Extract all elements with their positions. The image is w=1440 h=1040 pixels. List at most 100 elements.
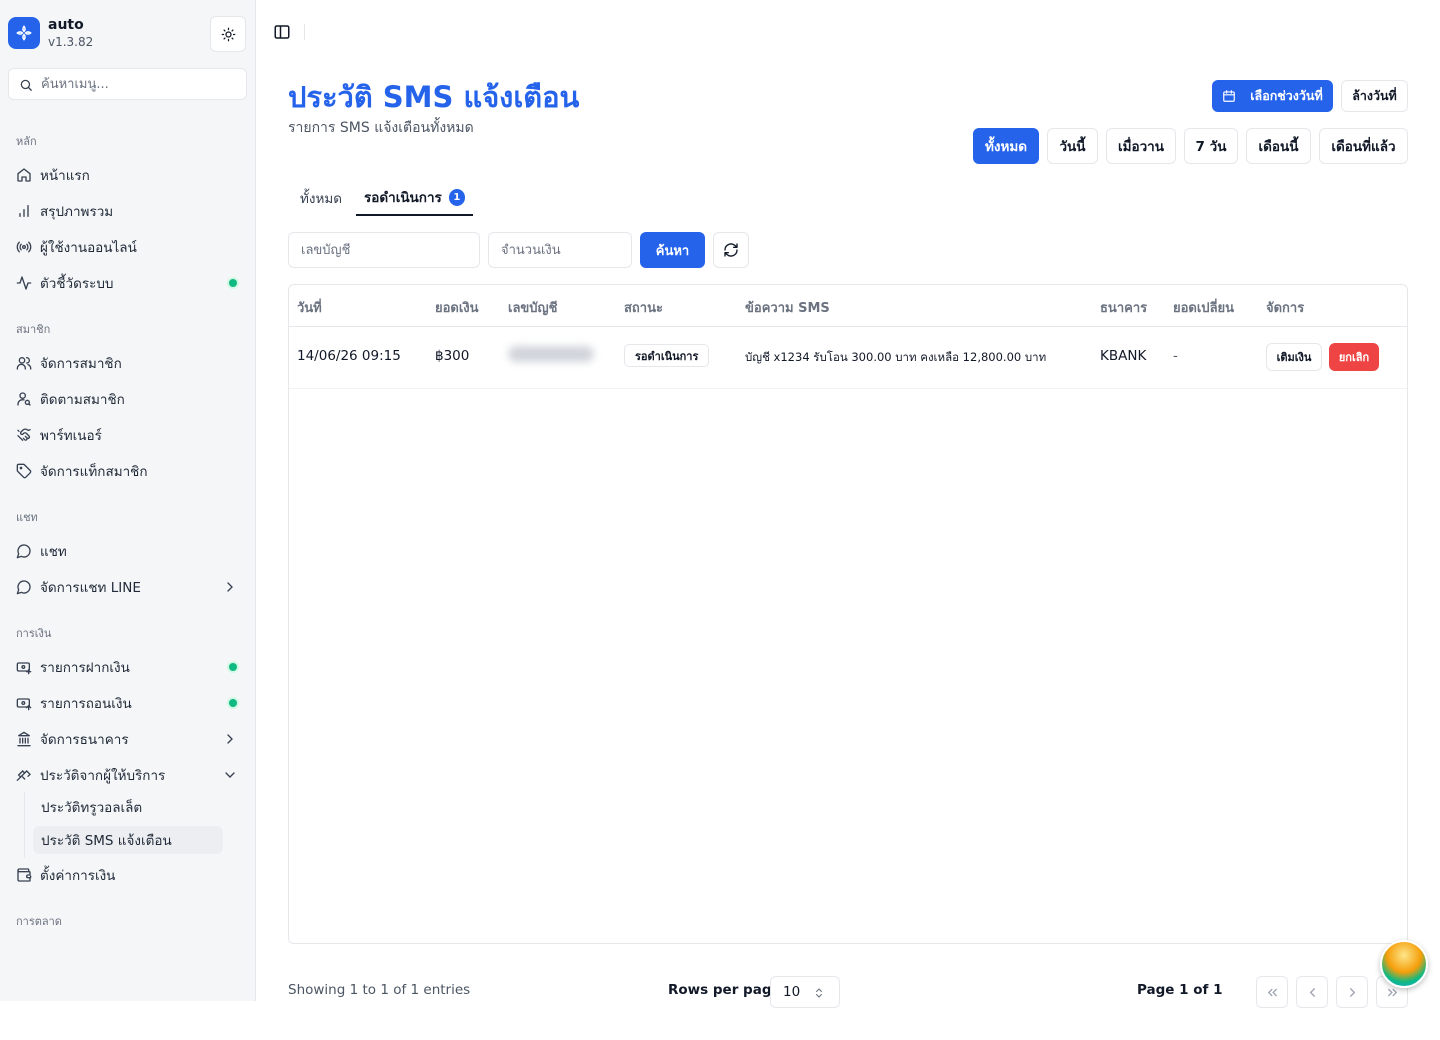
- sidebar-item-line-chat[interactable]: จัดการแชท LINE: [8, 571, 246, 603]
- panel-left-icon: [274, 25, 290, 39]
- sidebar-item-label: รายการฝากเงิน: [40, 660, 130, 676]
- page-title: ประวัติ SMS แจ้งเตือน: [288, 80, 580, 114]
- bank-icon: [17, 731, 31, 747]
- quick-filter-all[interactable]: ทั้งหมด: [973, 128, 1039, 164]
- refresh-button[interactable]: [713, 232, 749, 268]
- column-header-actions: จัดการ: [1266, 301, 1305, 316]
- quick-filter-this-month[interactable]: เดือนนี้: [1246, 128, 1311, 164]
- menu-search-input[interactable]: [41, 69, 241, 99]
- sidebar-item-label: รายการถอนเงิน: [40, 696, 132, 712]
- sidebar-item-label: หน้าแรก: [40, 168, 90, 184]
- sidebar-item-track-members[interactable]: ติดตามสมาชิก: [8, 383, 246, 415]
- rows-per-page-select[interactable]: 10: [770, 976, 840, 1008]
- tab-count-badge: 1: [448, 188, 465, 206]
- previous-page-button[interactable]: [1296, 976, 1328, 1008]
- chevron-left-icon: [1309, 987, 1315, 997]
- sidebar-item-label: จัดการธนาคาร: [40, 732, 129, 748]
- page-subtitle: รายการ SMS แจ้งเตือนทั้งหมด: [288, 120, 474, 136]
- tab-label: รอดำเนินการ: [364, 190, 442, 206]
- chevron-right-icon: [227, 582, 233, 592]
- sidebar-item-label: ผู้ใช้งานออนไลน์: [40, 240, 137, 256]
- topup-button[interactable]: เติมเงิน: [1266, 343, 1322, 371]
- sidebar-item-provider-history[interactable]: ประวัติจากผู้ให้บริการ: [8, 759, 246, 791]
- sidebar-item-label: ประวัติจากผู้ให้บริการ: [40, 768, 166, 784]
- sidebar-item-overview[interactable]: สรุปภาพรวม: [8, 195, 246, 227]
- sidebar-item-label: ตั้งค่าการเงิน: [40, 868, 116, 884]
- sidebar-subitem-sms-history[interactable]: ประวัติ SMS แจ้งเตือน: [33, 826, 223, 854]
- tab-pending[interactable]: รอดำเนินการ 1: [356, 180, 473, 216]
- user-search-icon: [17, 392, 31, 406]
- quick-filter-yesterday[interactable]: เมื่อวาน: [1106, 128, 1176, 164]
- sidebar: auto v1.3.82 หลัก หน้าแรก สรุปภาพรวม ผู้…: [0, 0, 256, 1001]
- search-icon: [20, 79, 32, 91]
- chevron-right-icon: [1349, 987, 1355, 997]
- sidebar-toggle-button[interactable]: [270, 20, 294, 44]
- quick-filter-last-month[interactable]: เดือนที่แล้ว: [1319, 128, 1408, 164]
- group-label-finance: การเงิน: [16, 627, 52, 640]
- chevrons-up-down-icon: [816, 988, 822, 998]
- sidebar-item-partners[interactable]: พาร์ทเนอร์: [8, 419, 246, 451]
- sidebar-item-chat[interactable]: แชท: [8, 535, 246, 567]
- sidebar-item-banks[interactable]: จัดการธนาคาร: [8, 723, 246, 755]
- chevron-down-icon: [225, 772, 235, 778]
- cancel-button[interactable]: ยกเลิก: [1329, 343, 1379, 371]
- sidebar-item-home[interactable]: หน้าแรก: [8, 159, 246, 191]
- amount-input[interactable]: [488, 232, 632, 268]
- page-info: Page 1 of 1: [1137, 982, 1223, 998]
- floating-avatar-button[interactable]: [1380, 940, 1428, 988]
- tab-label: ทั้งหมด: [300, 191, 343, 207]
- column-header-sms: ข้อความ SMS: [745, 301, 830, 316]
- chat-icon: [16, 544, 31, 559]
- sidebar-item-deposits[interactable]: รายการฝากเงิน: [8, 651, 246, 683]
- status-dot: [229, 699, 237, 707]
- sidebar-item-label: จัดการแชท LINE: [40, 580, 141, 596]
- sidebar-item-online-users[interactable]: ผู้ใช้งานออนไลน์: [8, 231, 246, 263]
- table-header-divider: [289, 326, 1407, 327]
- column-header-date: วันที่: [297, 301, 322, 316]
- sidebar-item-member-tags[interactable]: จัดการแท็กสมาชิก: [8, 455, 246, 487]
- cell-date: 14/06/26 09:15: [297, 348, 401, 364]
- rows-per-page-value: 10: [783, 984, 801, 1000]
- column-header-status: สถานะ: [624, 301, 663, 316]
- date-range-button[interactable]: เลือกช่วงวันที่: [1212, 80, 1333, 112]
- quick-filter-today[interactable]: วันนี้: [1047, 128, 1098, 164]
- cell-change: -: [1173, 348, 1178, 364]
- sidebar-subitem-truewallet-history[interactable]: ประวัติทรูวอลเล็ต: [33, 793, 223, 821]
- date-range-label: เลือกช่วงวันที่: [1250, 88, 1323, 103]
- group-label-members: สมาชิก: [16, 323, 51, 336]
- status-dot: [229, 663, 237, 671]
- sidebar-item-label: จัดการแท็กสมาชิก: [40, 464, 148, 480]
- chat-icon: [16, 580, 31, 595]
- sidebar-item-label: ติดตามสมาชิก: [40, 392, 125, 408]
- sun-icon: [221, 27, 235, 41]
- app-version: v1.3.82: [48, 35, 94, 49]
- sms-table: วันที่ ยอดเงิน เลขบัญชี สถานะ ข้อความ SM…: [288, 284, 1408, 944]
- column-header-bank: ธนาคาร: [1100, 301, 1148, 316]
- sidebar-item-label: สรุปภาพรวม: [40, 204, 114, 220]
- handshake-icon: [17, 428, 31, 441]
- withdraw-icon: [16, 698, 32, 711]
- column-header-account: เลขบัญชี: [508, 301, 558, 316]
- tag-icon: [16, 463, 32, 479]
- entries-summary: Showing 1 to 1 of 1 entries: [288, 982, 471, 998]
- app-name: auto: [48, 17, 84, 33]
- users-icon: [16, 357, 32, 370]
- tab-all[interactable]: ทั้งหมด: [300, 180, 342, 216]
- group-label-marketing: การตลาด: [16, 915, 62, 928]
- next-page-button[interactable]: [1336, 976, 1368, 1008]
- column-header-change: ยอดเปลี่ยน: [1173, 301, 1235, 316]
- sidebar-item-system-metrics[interactable]: ตัวชี้วัดระบบ: [8, 267, 246, 299]
- rows-per-page-label: Rows per page: [668, 982, 781, 998]
- chevrons-left-icon: [1267, 988, 1277, 996]
- search-button[interactable]: ค้นหา: [640, 232, 705, 268]
- sidebar-item-finance-settings[interactable]: ตั้งค่าการเงิน: [8, 859, 246, 891]
- first-page-button[interactable]: [1256, 976, 1288, 1008]
- group-label-main: หลัก: [16, 135, 37, 148]
- account-number-input[interactable]: [288, 232, 480, 268]
- clear-date-button[interactable]: ล้างวันที่: [1341, 80, 1408, 112]
- sidebar-item-withdrawals[interactable]: รายการถอนเงิน: [8, 687, 246, 719]
- theme-toggle-button[interactable]: [210, 16, 246, 52]
- group-label-chat: แชท: [16, 511, 38, 524]
- quick-filter-7-days[interactable]: 7 วัน: [1184, 128, 1238, 164]
- sidebar-item-manage-members[interactable]: จัดการสมาชิก: [8, 347, 246, 379]
